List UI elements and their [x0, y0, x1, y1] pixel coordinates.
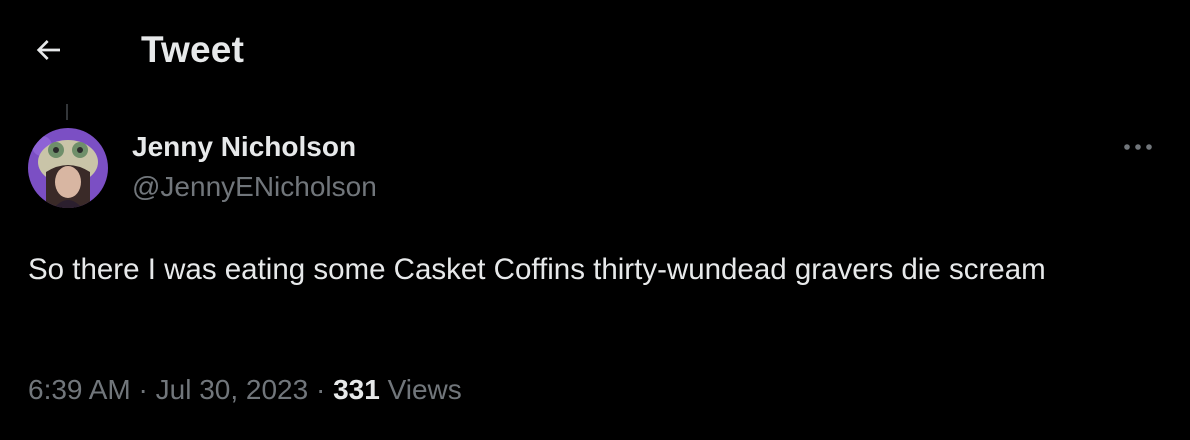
thread-connector-line [66, 104, 68, 120]
top-bar: Tweet [0, 0, 1190, 100]
tweet-metadata: 6:39 AM · Jul 30, 2023 · 331 Views [28, 374, 462, 406]
views-count: 331 [333, 374, 380, 405]
author-name[interactable]: Jenny Nicholson [132, 131, 356, 163]
page-title: Tweet [141, 29, 245, 70]
avatar[interactable] [28, 128, 108, 208]
more-horizontal-icon [1123, 139, 1153, 157]
tweet-text: So there I was eating some Casket Coffin… [28, 253, 1046, 286]
tweet-timestamp-date[interactable]: Jul 30, 2023 [156, 374, 309, 405]
tweet-timestamp-time[interactable]: 6:39 AM [28, 374, 131, 405]
author-handle[interactable]: @JennyENicholson [132, 171, 377, 203]
views-label: Views [387, 374, 462, 405]
arrow-left-icon [32, 34, 64, 71]
more-options-button[interactable] [1118, 132, 1158, 164]
meta-separator: · [130, 374, 156, 405]
back-button[interactable] [26, 32, 70, 72]
meta-separator: · [308, 374, 334, 405]
